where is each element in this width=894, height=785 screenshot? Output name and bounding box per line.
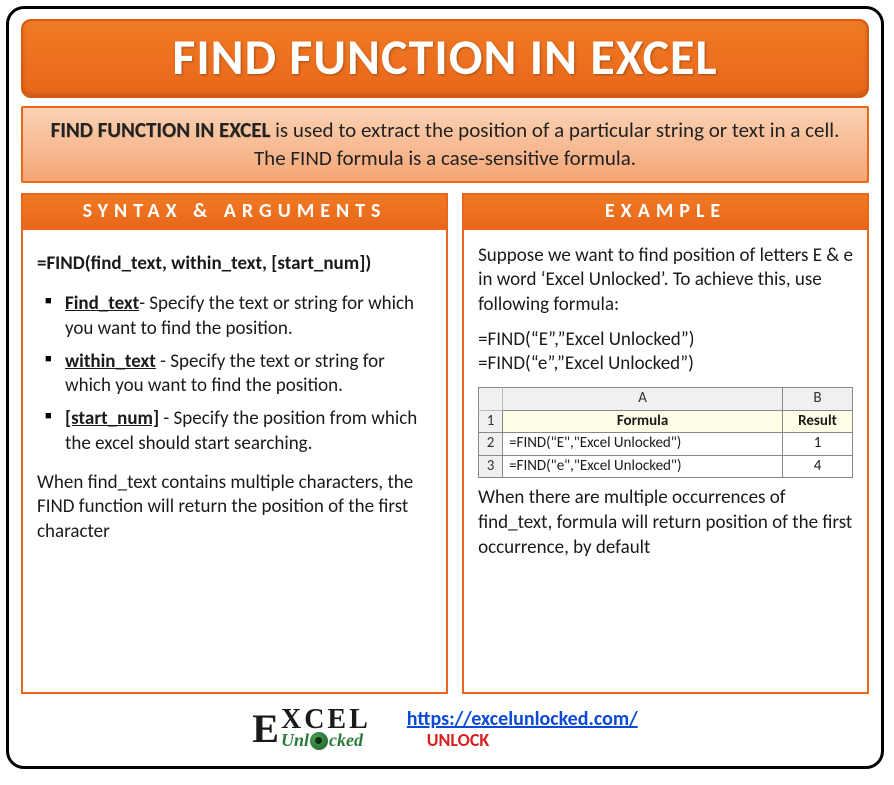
title-banner: FIND FUNCTION IN EXCEL [21,19,869,98]
argument-item: within_text - Specify the text or string… [43,350,432,399]
brand-logo: E XCEL Unl cked [252,708,370,750]
logo-text-block: XCEL Unl cked [281,708,371,750]
sheet-col-headers: A B [479,388,853,411]
example-formulas: =FIND(“E”,”Excel Unlocked”) =FIND(“e”,”E… [478,328,853,377]
argument-list: Find_text- Specify the text or string fo… [37,292,432,456]
page-title: FIND FUNCTION IN EXCEL [23,27,867,88]
example-header: EXAMPLE [464,195,867,230]
formula-line: =FIND(“e”,”Excel Unlocked”) [478,352,853,377]
columns: SYNTAX & ARGUMENTS =FIND(find_text, with… [21,193,869,694]
syntax-column: SYNTAX & ARGUMENTS =FIND(find_text, with… [21,193,448,694]
infographic-card: FIND FUNCTION IN EXCEL FIND FUNCTION IN … [6,6,884,769]
logo-unl: Unl [281,733,309,748]
logo-unlocked: Unl cked [281,732,371,750]
website-link[interactable]: https://excelunlocked.com/ [407,707,638,731]
argument-item: Find_text- Specify the text or string fo… [43,292,432,341]
description-banner: FIND FUNCTION IN EXCEL is used to extrac… [21,106,869,183]
footer-links: https://excelunlocked.com/ UNLOCK [407,707,638,751]
example-column: EXAMPLE Suppose we want to find position… [462,193,869,694]
sheet-cell-formula: =FIND("e","Excel Unlocked") [503,455,783,478]
sheet-cell-result: 4 [783,455,853,478]
syntax-note: When find_text contains multiple charact… [37,471,432,545]
syntax-header: SYNTAX & ARGUMENTS [23,195,446,230]
syntax-body: =FIND(find_text, within_text, [start_num… [23,230,446,557]
sheet-col-b: B [783,388,853,411]
unlock-label: UNLOCK [427,729,489,751]
sheet-col-a: A [503,388,783,411]
lock-icon [310,732,328,750]
formula-line: =FIND(“E”,”Excel Unlocked”) [478,328,853,353]
sheet-header-cell: Result [783,410,853,433]
sheet-data-row: 3 =FIND("e","Excel Unlocked") 4 [479,455,853,478]
argument-name: Find_text [65,292,139,315]
example-body: Suppose we want to find position of lett… [464,230,867,573]
sheet-row-num: 1 [479,410,503,433]
sheet-header-row: 1 Formula Result [479,410,853,433]
argument-name: within_text [65,350,156,373]
syntax-formula: =FIND(find_text, within_text, [start_num… [37,252,432,277]
logo-letter-e: E [252,711,279,747]
logo-cked: cked [329,733,363,748]
example-note: When there are multiple occurrences of f… [478,486,853,560]
example-intro: Suppose we want to find position of lett… [478,244,853,318]
sheet-cell-result: 1 [783,433,853,456]
sheet-corner [479,388,503,411]
sheet-row-num: 3 [479,455,503,478]
footer: E XCEL Unl cked https://excelunlocked.co… [21,694,869,758]
argument-name: [start_num] [65,407,159,430]
description-text: is used to extract the position of a par… [254,117,839,171]
logo-xcel: XCEL [281,708,371,732]
sheet-row-num: 2 [479,433,503,456]
example-spreadsheet: A B 1 Formula Result 2 =FIND("E","Excel … [478,387,853,478]
sheet-cell-formula: =FIND("E","Excel Unlocked") [503,433,783,456]
sheet-data-row: 2 =FIND("E","Excel Unlocked") 1 [479,433,853,456]
argument-item: [start_num] - Specify the position from … [43,407,432,456]
description-lead: FIND FUNCTION IN EXCEL [51,117,271,143]
sheet-header-cell: Formula [503,410,783,433]
